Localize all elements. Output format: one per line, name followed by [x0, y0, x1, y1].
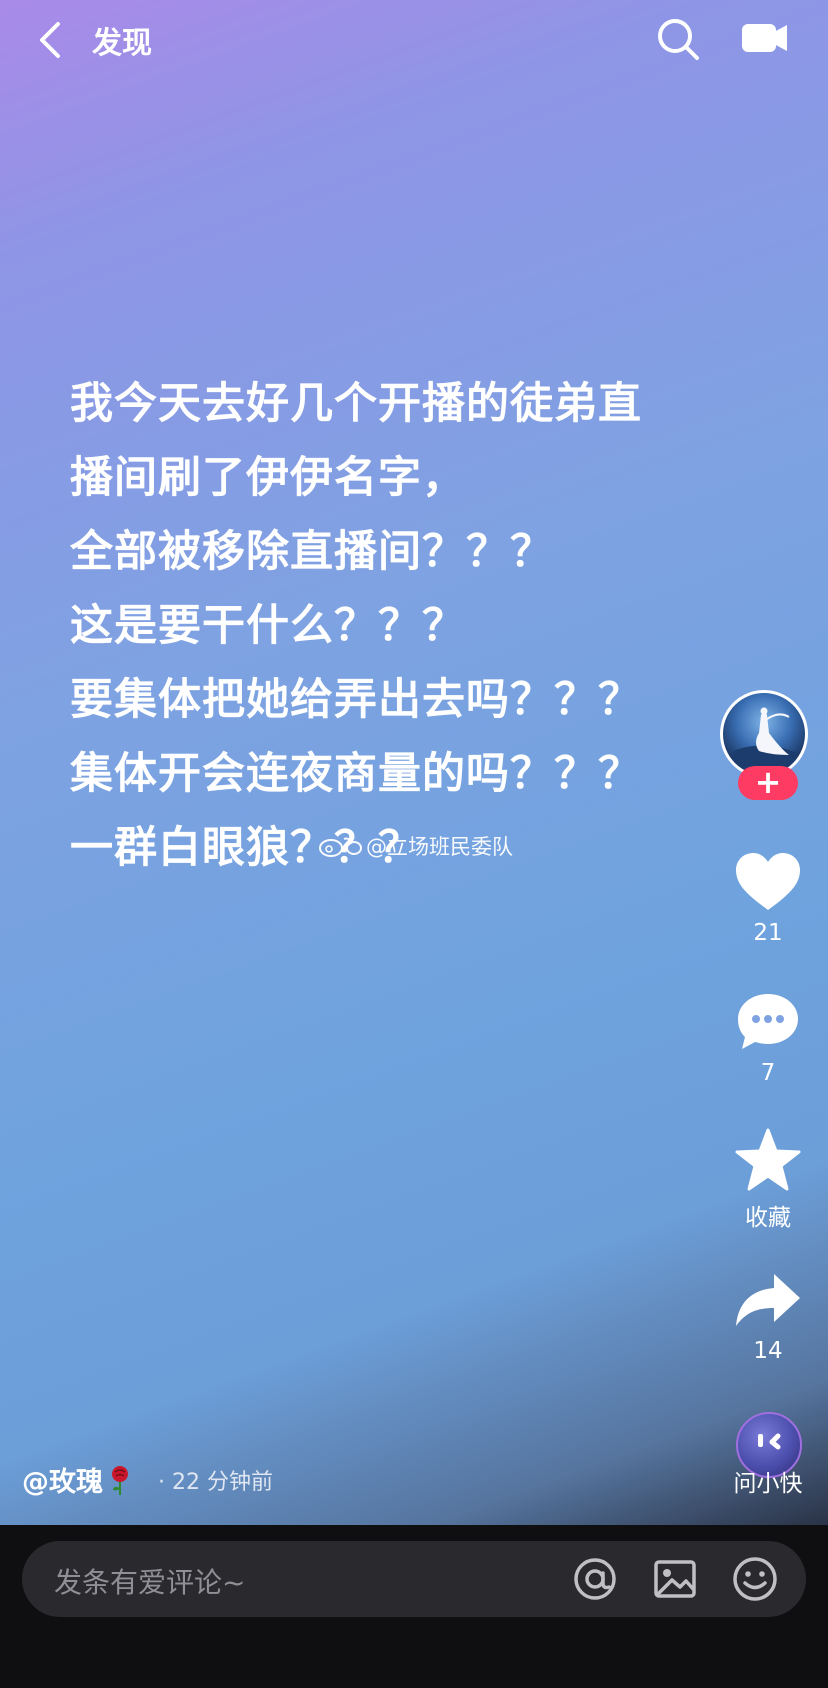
rose-emoji-icon — [112, 1465, 128, 1495]
image-picker-icon[interactable] — [650, 1554, 700, 1604]
watermark-text: @立场班民委队 — [366, 835, 513, 859]
share-button[interactable]: 14 — [720, 1268, 816, 1364]
top-bar: 发现 — [0, 0, 828, 80]
like-button[interactable]: 21 — [720, 850, 816, 946]
post-line: 这是要干什么？？？ — [70, 601, 466, 651]
comment-button[interactable]: 7 — [720, 990, 816, 1086]
emoji-smile-icon[interactable] — [730, 1554, 780, 1604]
search-button[interactable] — [655, 16, 701, 62]
like-count: 21 — [753, 920, 783, 946]
author-avatar-group[interactable]: + — [720, 690, 814, 800]
share-count: 14 — [753, 1338, 783, 1364]
ask-xiaokuai-button[interactable]: 问小快 — [728, 1412, 808, 1497]
post-line: 播间刷了伊伊名字， — [70, 453, 466, 503]
post-line: 要集体把她给弄出去吗？？？ — [70, 675, 642, 725]
comment-bar: 发条有爱评论~ — [0, 1525, 828, 1688]
back-button[interactable] — [36, 18, 76, 62]
comment-placeholder: 发条有爱评论~ — [54, 1566, 246, 1599]
post-text: 我今天去好几个开播的徒弟直 播间刷了伊伊名字， 全部被移除直播间？？？ 这是要干… — [70, 367, 710, 885]
post-line: 集体开会连夜商量的吗？？？ — [70, 749, 642, 799]
comment-count: 7 — [760, 1060, 776, 1086]
post-line: 全部被移除直播间？？？ — [70, 527, 554, 577]
author-name: @玫瑰 — [22, 1467, 103, 1498]
heart-icon — [736, 853, 800, 910]
page-title[interactable]: 发现 — [92, 18, 152, 62]
weibo-logo-icon — [319, 837, 362, 857]
video-screen[interactable]: 发现 我今天去好几个开播的徒弟直 播间刷了伊伊名字， 全部被移除直播间？？？ 这… — [0, 0, 828, 1525]
comment-input[interactable]: 发条有爱评论~ — [22, 1541, 806, 1617]
favorite-button[interactable]: 收藏 — [720, 1128, 816, 1232]
author-name-link[interactable]: @玫瑰 — [22, 1460, 133, 1499]
comment-bubble-icon — [738, 994, 798, 1049]
search-icon — [658, 19, 699, 60]
post-line: 我今天去好几个开播的徒弟直 — [70, 379, 642, 429]
chevron-left-icon — [40, 22, 60, 58]
favorite-label: 收藏 — [745, 1205, 791, 1231]
post-time: · 22 分钟前 — [158, 1470, 273, 1495]
weibo-watermark: @立场班民委队 — [318, 832, 513, 860]
star-icon — [735, 1128, 801, 1191]
camera-button[interactable] — [740, 18, 790, 58]
camera-icon — [742, 24, 787, 52]
at-mention-icon[interactable] — [570, 1554, 620, 1604]
share-arrow-icon — [736, 1274, 800, 1326]
ask-xiaokuai-label: 问小快 — [733, 1471, 803, 1497]
follow-button[interactable]: + — [738, 766, 798, 800]
